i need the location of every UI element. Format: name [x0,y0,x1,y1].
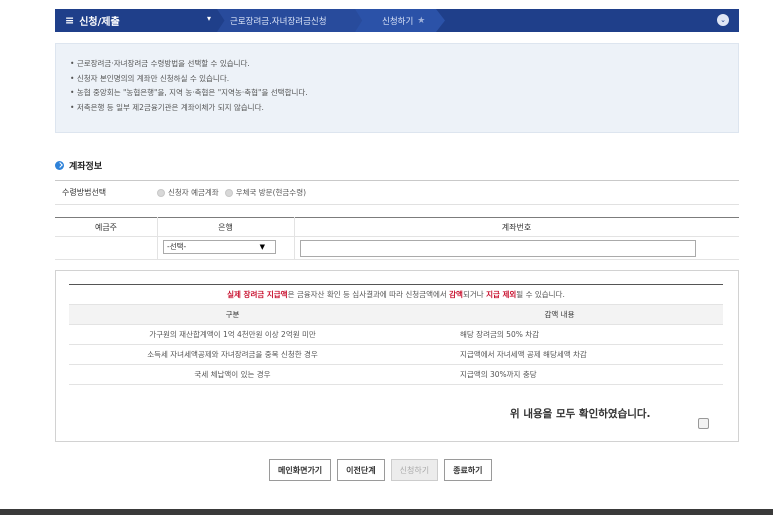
radio-post-office-label: 우체국 방문(현금수령) [235,188,307,197]
note-highlight: 지급 제외 [486,290,517,299]
top-header: ≡ 신청/제출 ▾ 근로장려금.자녀장려금신청 신청하기 ★ ⌄ [0,0,773,38]
table-row: 가구원의 재산합계액이 1억 4천만원 이상 2억원 미만 해당 장려금의 50… [69,325,723,345]
receive-method-label: 수령방법선택 [62,188,107,197]
breadcrumb-1-label: 근로장려금.자녀장려금신청 [230,16,327,27]
breadcrumb-2-label: 신청하기 [382,16,414,27]
note-highlight: 감액 [449,290,463,299]
row-category: 가구원의 재산합계액이 1억 4천만원 이상 2억원 미만 [149,330,316,339]
header-category: 구분 [225,310,240,319]
radio-bank-account[interactable]: 신청자 예금계좌 [157,187,219,198]
notice-box: 근로장려금·자녀장려금 수령방법을 선택할 수 있습니다. 신청자 본인명의의 … [55,43,739,133]
notice-list: 근로장려금·자녀장려금 수령방법을 선택할 수 있습니다. 신청자 본인명의의 … [70,57,738,115]
button-bar: 메인화면가기 이전단계 신청하기 종료하기 [269,459,498,481]
deduction-note: 실제 장려금 지급액은 금융자산 확인 등 심사결과에 따라 신청금액에서 감액… [69,285,723,305]
table-header-row: 구분 감액 내용 [69,305,723,325]
row-deduction: 지급액의 30%까지 충당 [460,370,537,379]
nav-bar: ≡ 신청/제출 ▾ 근로장려금.자녀장려금신청 신청하기 ★ ⌄ [55,9,739,32]
table-row: 국세 체납액이 있는 경우 지급액의 30%까지 충당 [69,365,723,385]
radio-bank-account-label: 신청자 예금계좌 [168,188,219,197]
previous-step-button[interactable]: 이전단계 [337,459,385,481]
menu-button[interactable]: ≡ 신청/제출 [55,9,215,32]
col-holder: 예금주 [94,222,118,232]
divider [157,217,158,260]
exit-button[interactable]: 종료하기 [444,459,492,481]
notice-item: 농협 중앙회는 "농협은행"을, 지역 농·축협은 "지역농·축협"을 선택합니… [70,86,738,101]
bank-select[interactable]: -선택- ▼ [163,240,276,254]
main-page-button[interactable]: 메인화면가기 [269,459,332,481]
row-category: 소득세 자녀세액공제와 자녀장려금을 중복 신청한 경우 [147,350,318,359]
deduction-table: 실제 장려금 지급액은 금융자산 확인 등 심사결과에 따라 신청금액에서 감액… [69,284,723,385]
apply-button[interactable]: 신청하기 [390,459,439,481]
divider [294,217,295,260]
radio-post-office[interactable]: 우체국 방문(현금수령) [224,187,307,198]
header-deduction: 감액 내용 [544,310,575,319]
note-text: 은 금융자산 확인 등 심사결과에 따라 신청금액에서 [287,290,450,299]
radio-circle-icon[interactable] [157,188,165,197]
confirm-checkbox[interactable] [698,418,709,429]
check-circle-icon [55,161,64,170]
note-text: 될 수 있습니다. [516,290,565,299]
row-deduction: 지급액에서 자녀세액 공제 해당세액 차감 [460,350,587,359]
note-highlight: 실제 장려금 지급액 [227,290,288,299]
confirm-text: 위 내용을 모두 확인하였습니다. [510,408,651,420]
notice-item: 신청자 본인명의의 계좌만 신청하실 수 있습니다. [70,72,738,87]
table-row: 소득세 자녀세액공제와 자녀장려금을 중복 신청한 경우 지급액에서 자녀세액 … [69,345,723,365]
footer-bar [0,509,773,515]
chevron-down-icon: ▼ [259,243,265,251]
radio-circle-icon[interactable] [224,188,233,197]
account-number-input[interactable] [300,240,696,257]
bank-select-value: -선택- [167,242,187,251]
note-text: 되거나 [462,290,487,299]
row-category: 국세 체납액이 있는 경우 [194,370,271,379]
breadcrumb-item-2[interactable]: 신청하기 ★ [382,9,425,32]
favorite-star-icon[interactable]: ★ [417,16,425,26]
col-bank: 은행 [218,222,233,232]
expand-circle-icon[interactable]: ⌄ [717,14,729,26]
receive-method-row: 수령방법선택 신청자 예금계좌 우체국 방문(현금수령) [55,180,739,205]
row-deduction: 해당 장려금의 50% 차감 [460,330,540,339]
notice-item: 근로장려금·자녀장려금 수령방법을 선택할 수 있습니다. [70,57,738,72]
section-title: 계좌정보 [55,159,102,172]
menu-label: 신청/제출 [79,17,120,28]
hamburger-icon: ≡ [65,14,75,27]
col-account-number: 계좌번호 [501,222,532,232]
breadcrumb-item-1[interactable]: 근로장려금.자녀장려금신청 [230,9,327,32]
dropdown-icon[interactable]: ▾ [207,14,211,23]
notice-item: 저축은행 등 일부 제2금융기관은 계좌이체가 되지 않습니다. [70,101,738,116]
section-title-label: 계좌정보 [69,162,103,172]
